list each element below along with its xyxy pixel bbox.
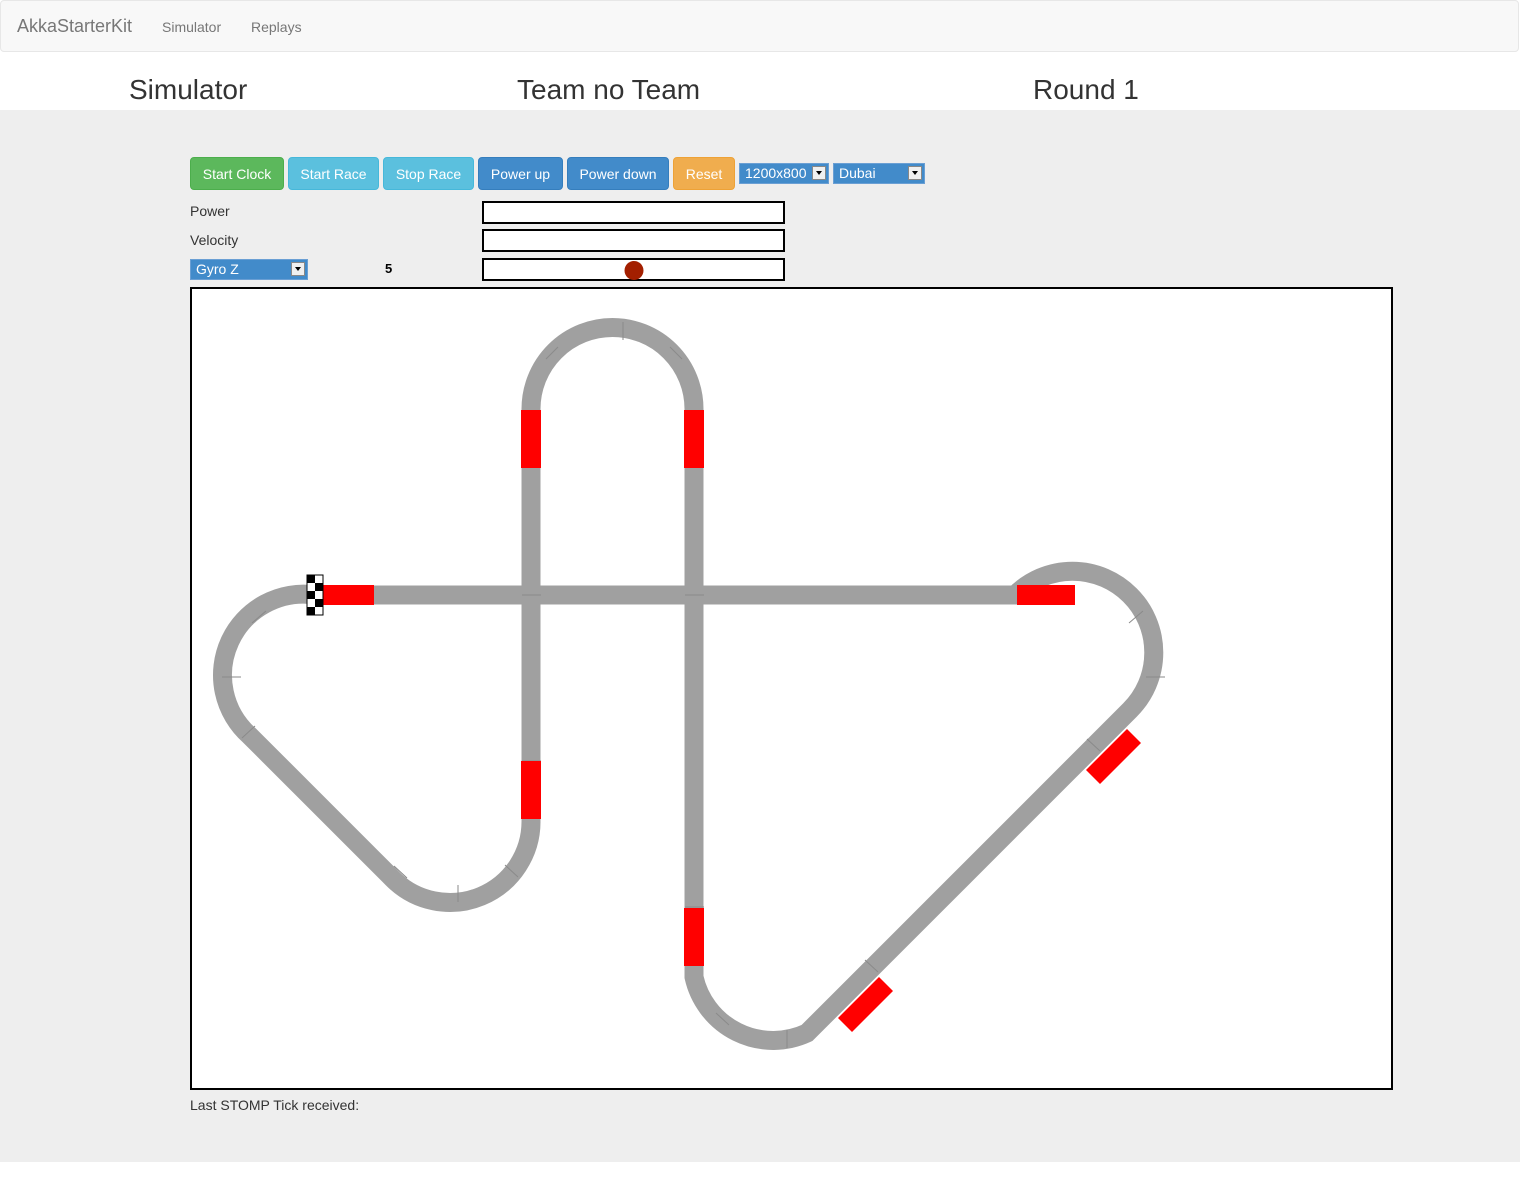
power-up-button[interactable]: Power up xyxy=(478,157,563,190)
nav-replays[interactable]: Replays xyxy=(251,19,302,35)
curb-markers xyxy=(321,410,1141,1032)
chevron-down-icon xyxy=(908,166,922,180)
page-title: Simulator xyxy=(129,74,248,105)
chevron-down-icon xyxy=(291,262,305,276)
velocity-label: Velocity xyxy=(190,232,239,248)
sensor-select[interactable]: Gyro Z xyxy=(190,259,308,280)
brand-link[interactable]: AkkaStarterKit xyxy=(17,16,132,37)
resolution-value: 1200x800 xyxy=(745,165,807,181)
stomp-status: Last STOMP Tick received: xyxy=(190,1097,360,1113)
start-race-button[interactable]: Start Race xyxy=(288,157,379,190)
nav-simulator[interactable]: Simulator xyxy=(162,19,221,35)
chevron-down-icon xyxy=(812,166,826,180)
resolution-select[interactable]: 1200x800 xyxy=(739,163,829,184)
power-down-button[interactable]: Power down xyxy=(567,157,669,190)
track-value: Dubai xyxy=(839,165,876,181)
sensor-select-value: Gyro Z xyxy=(196,261,239,277)
track-select[interactable]: Dubai xyxy=(833,163,925,184)
start-clock-button[interactable]: Start Clock xyxy=(190,157,284,190)
velocity-meter xyxy=(482,229,785,252)
gyro-indicator xyxy=(624,261,643,280)
gyro-meter xyxy=(482,258,785,281)
race-track-canvas xyxy=(190,287,1393,1090)
race-track xyxy=(213,318,1165,1050)
navbar: AkkaStarterKit Simulator Replays xyxy=(0,0,1519,52)
round-title: Round 1 xyxy=(1033,74,1139,105)
power-meter xyxy=(482,201,785,224)
power-label: Power xyxy=(190,203,230,219)
checkered-flag-icon xyxy=(306,574,324,616)
sensor-value: 5 xyxy=(385,261,393,276)
stop-race-button[interactable]: Stop Race xyxy=(383,157,474,190)
team-title: Team no Team xyxy=(517,74,701,105)
reset-button[interactable]: Reset xyxy=(673,157,735,190)
